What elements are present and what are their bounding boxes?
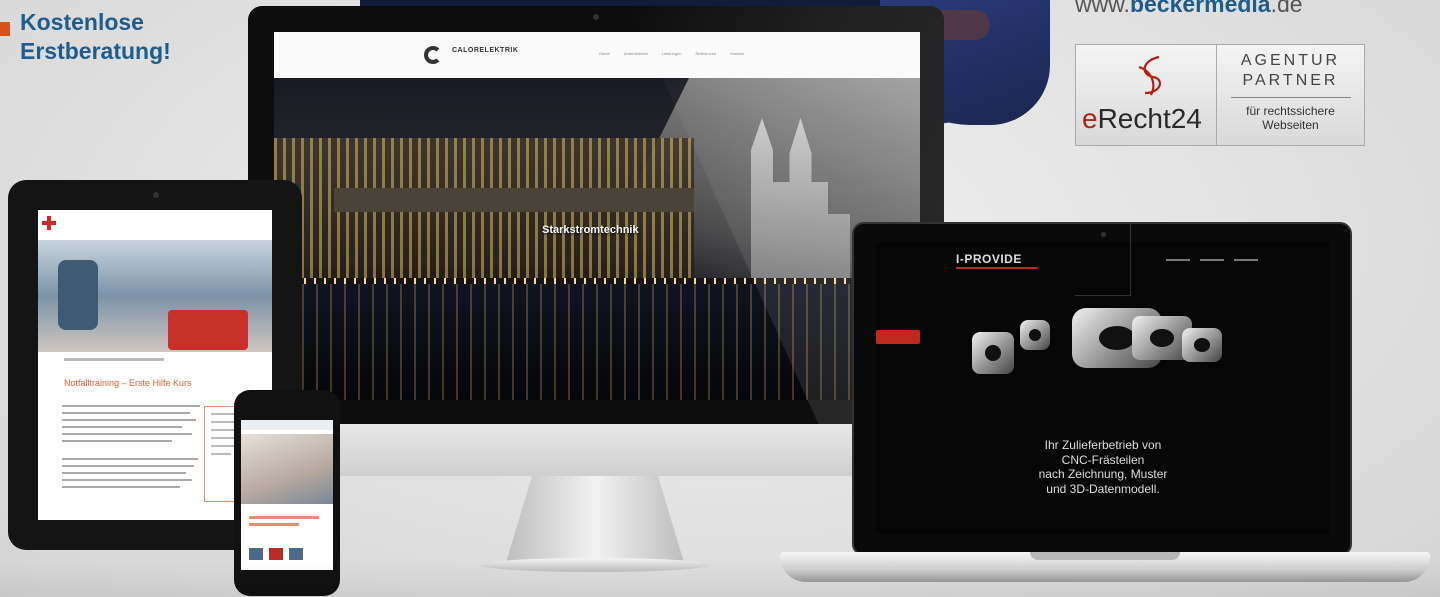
- badge-line-rechtssicher: für rechtssichere: [1246, 104, 1335, 118]
- erecht24-wordmark-rest: Recht24: [1097, 103, 1202, 134]
- hero-title: Starkstromtechnik: [542, 224, 639, 236]
- imac-site-header: CALORELEKTRIK Home Unternehmen Leistunge…: [274, 32, 920, 78]
- imac-nav-item[interactable]: Referenzen: [696, 51, 717, 56]
- phone-site-header: [241, 420, 333, 430]
- laptop-notch: [1030, 552, 1180, 560]
- laptop-headline-line-3: nach Zeichnung, Muster: [1038, 467, 1168, 481]
- phone-title-line: [249, 523, 299, 526]
- calorelektrik-logo-icon: [424, 46, 442, 64]
- site-url[interactable]: www.beckermedia.de: [1075, 0, 1303, 18]
- hero-crane-house: [334, 188, 694, 212]
- laptop-logo-underline: [956, 267, 1038, 269]
- badge-line-partner: PARTNER: [1242, 72, 1339, 89]
- laptop-site-logo: I-PROVIDE: [956, 252, 1022, 266]
- tablet-hero-photo: [38, 240, 272, 352]
- laptop-nav-item: [1200, 259, 1224, 261]
- red-cross-icon: [42, 216, 56, 230]
- promo-bullet-icon: [0, 22, 10, 36]
- laptop-cta-button[interactable]: [876, 330, 920, 344]
- badge-divider: [1230, 97, 1351, 98]
- imac-camera-icon: [593, 14, 599, 20]
- laptop-headline-line-2: CNC-Frästeilen: [1061, 452, 1145, 467]
- promo-block: Kostenlose Erstberatung!: [0, 8, 171, 66]
- badge-line-agentur: AGENTUR: [1240, 52, 1341, 69]
- laptop-site-nav: [1166, 259, 1258, 261]
- imac-site-nav: Home Unternehmen Leistungen Referenzen K…: [599, 51, 744, 56]
- tablet-breadcrumb: [64, 358, 164, 361]
- imac-nav-item[interactable]: Home: [599, 51, 610, 56]
- laptop-headline: Ihr Zulieferbetrieb von CNC-Frästeilen n…: [876, 438, 1330, 496]
- imac-stand: [505, 476, 685, 566]
- phone-thumb: [289, 548, 303, 560]
- tablet-page-title: Notfalltraining – Erste Hilfe Kurs: [64, 378, 192, 388]
- tablet-site-header: [38, 210, 272, 240]
- laptop-nav-item: [1234, 259, 1258, 261]
- site-url-brand: beckermedia: [1129, 0, 1271, 17]
- erecht24-signature-icon: [1138, 55, 1162, 96]
- erecht24-logo: eRecht24: [1076, 45, 1216, 145]
- erecht24-wordmark: eRecht24: [1082, 103, 1202, 134]
- phone-screen: [241, 420, 333, 570]
- imac-nav-item[interactable]: Kontakt: [730, 51, 744, 56]
- phone-thumb: [249, 548, 263, 560]
- site-url-prefix: www.: [1075, 0, 1130, 17]
- tablet-body-text: [62, 405, 202, 493]
- site-url-suffix: .de: [1270, 0, 1303, 17]
- laptop-headline-line-1: Ihr Zulieferbetrieb von: [1044, 438, 1162, 452]
- imac-nav-item[interactable]: Leistungen: [662, 51, 682, 56]
- badge-line-webseiten: Webseiten: [1262, 118, 1319, 132]
- phone-hero-photo: [241, 434, 333, 504]
- phone-thumb: [269, 548, 283, 560]
- phone-title-line: [249, 516, 319, 519]
- imac-site-logo: CALORELEKTRIK: [452, 47, 519, 54]
- promo-line-1: Kostenlose: [20, 9, 144, 35]
- phone-thumbnails: [249, 548, 303, 560]
- floor-shadow: [0, 560, 1440, 597]
- erecht24-text: AGENTUR PARTNER für rechtssichere Websei…: [1216, 45, 1364, 145]
- tablet-camera-icon: [153, 192, 159, 198]
- promo-line-2: Erstberatung!: [20, 38, 171, 64]
- imac-hero-image: Starkstromtechnik: [274, 78, 920, 400]
- laptop-glare: [1075, 224, 1131, 296]
- imac-screen: CALORELEKTRIK Home Unternehmen Leistunge…: [274, 32, 920, 400]
- hero-river: [274, 284, 920, 400]
- laptop-cnc-parts-image: [972, 302, 1252, 402]
- laptop-nav-item: [1166, 259, 1190, 261]
- imac-nav-item[interactable]: Unternehmen: [624, 51, 648, 56]
- laptop-headline-line-4: und 3D-Datenmodell.: [1046, 481, 1160, 496]
- imac-chin: [248, 424, 944, 476]
- erecht24-partner-badge[interactable]: eRecht24 AGENTUR PARTNER für rechtssiche…: [1075, 44, 1365, 146]
